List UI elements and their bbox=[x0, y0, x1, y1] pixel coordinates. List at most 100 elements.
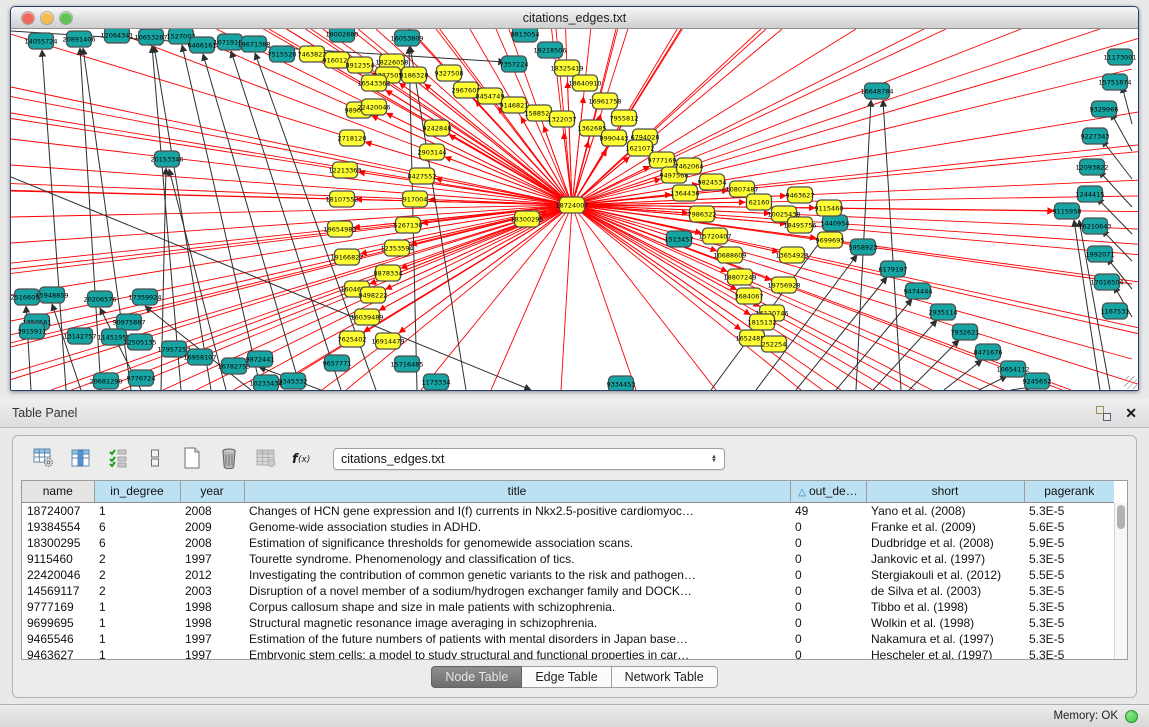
graph-node[interactable]: 18724007 bbox=[555, 197, 588, 213]
graph-node[interactable]: 1364436 bbox=[671, 185, 700, 201]
cell-name[interactable]: 18724007 bbox=[22, 502, 94, 519]
graph-node[interactable]: 19218506 bbox=[533, 42, 566, 58]
minimize-button[interactable] bbox=[41, 12, 53, 24]
cell-name[interactable]: 14569117 bbox=[22, 583, 94, 599]
graph-edge[interactable] bbox=[572, 205, 1132, 359]
graph-node[interactable]: 7462064 bbox=[675, 158, 704, 174]
tab-edge-table[interactable]: Edge Table bbox=[522, 666, 611, 688]
column-header-out_degree[interactable]: △out_de… bbox=[790, 481, 866, 502]
graph-node[interactable]: 252254 bbox=[762, 336, 787, 352]
graph-node[interactable]: 12093822 bbox=[1075, 159, 1108, 175]
cell-pagerank[interactable]: 5.9E-5 bbox=[1024, 535, 1114, 551]
cell-out_degree[interactable]: 0 bbox=[790, 631, 866, 647]
graph-node[interactable]: 18325419 bbox=[550, 60, 583, 76]
cell-name[interactable]: 22420046 bbox=[22, 567, 94, 583]
graph-node[interactable]: 9776724 bbox=[127, 370, 156, 386]
cell-short[interactable]: Stergiakouli et al. (2012) bbox=[866, 567, 1024, 583]
graph-node[interactable]: 18107552 bbox=[325, 191, 358, 207]
graph-node[interactable]: 1167531 bbox=[1101, 303, 1130, 319]
graph-node[interactable]: 6179197 bbox=[879, 261, 908, 277]
toolbar-import-table-button[interactable] bbox=[253, 446, 279, 472]
cell-in_degree[interactable]: 6 bbox=[94, 519, 180, 535]
cell-out_degree[interactable]: 0 bbox=[790, 567, 866, 583]
graph-node[interactable]: 9227343 bbox=[1081, 128, 1110, 144]
cell-in_degree[interactable]: 1 bbox=[94, 631, 180, 647]
column-header-in_degree[interactable]: in_degree bbox=[94, 481, 180, 502]
cell-year[interactable]: 1998 bbox=[180, 615, 244, 631]
graph-node[interactable]: 2718120 bbox=[338, 130, 367, 146]
cell-out_degree[interactable]: 0 bbox=[790, 583, 866, 599]
graph-node[interactable]: 7357224 bbox=[500, 56, 529, 72]
graph-node[interactable]: 9327508 bbox=[435, 65, 464, 81]
graph-node[interactable]: 9824534 bbox=[698, 174, 727, 190]
column-header-short[interactable]: short bbox=[866, 481, 1024, 502]
cell-in_degree[interactable]: 6 bbox=[94, 535, 180, 551]
network-window-titlebar[interactable]: citations_edges.txt bbox=[11, 7, 1138, 29]
cell-out_degree[interactable]: 0 bbox=[790, 647, 866, 661]
graph-node[interactable]: 1513457 bbox=[665, 231, 694, 247]
graph-node[interactable]: 9474444 bbox=[904, 283, 933, 299]
cell-in_degree[interactable]: 2 bbox=[94, 583, 180, 599]
cell-in_degree[interactable]: 2 bbox=[94, 567, 180, 583]
cell-out_degree[interactable]: 0 bbox=[790, 551, 866, 567]
graph-node[interactable]: 19166827 bbox=[330, 249, 363, 265]
graph-node[interactable]: 7955812 bbox=[610, 110, 639, 126]
cell-title[interactable]: Corpus callosum shape and size in male p… bbox=[244, 599, 790, 615]
table-row[interactable]: 1456911722003Disruption of a novel membe… bbox=[22, 583, 1114, 599]
graph-node[interactable]: 8427552 bbox=[408, 168, 437, 184]
vertical-scrollbar[interactable] bbox=[1114, 503, 1127, 659]
graph-node[interactable]: 7625402 bbox=[338, 331, 367, 347]
cell-year[interactable]: 2009 bbox=[180, 519, 244, 535]
graph-node[interactable]: 15751874 bbox=[1098, 74, 1131, 90]
graph-edge[interactable] bbox=[979, 376, 1007, 390]
graph-node[interactable]: 8471676 bbox=[974, 344, 1003, 360]
graph-node[interactable]: 16961758 bbox=[588, 93, 621, 109]
graph-node[interactable]: 9242848 bbox=[423, 120, 452, 136]
graph-node[interactable]: 13654923 bbox=[775, 247, 808, 263]
graph-node[interactable]: 20891406 bbox=[62, 31, 95, 47]
graph-node[interactable]: 10233434 bbox=[249, 375, 282, 390]
cell-pagerank[interactable]: 5.3E-5 bbox=[1024, 583, 1114, 599]
table-row[interactable]: 1872400712008Changes of HCN gene express… bbox=[22, 502, 1114, 519]
graph-node[interactable]: 16958107 bbox=[183, 349, 216, 365]
cell-in_degree[interactable]: 1 bbox=[94, 502, 180, 519]
cell-out_degree[interactable]: 0 bbox=[790, 615, 866, 631]
graph-node[interactable]: 9699695 bbox=[816, 232, 845, 248]
cell-pagerank[interactable]: 5.3E-5 bbox=[1024, 647, 1114, 661]
graph-edge[interactable] bbox=[42, 50, 66, 390]
graph-node[interactable]: 3684067 bbox=[735, 288, 764, 304]
cell-out_degree[interactable]: 0 bbox=[790, 599, 866, 615]
graph-node[interactable]: 16914479 bbox=[371, 333, 404, 349]
graph-edge[interactable] bbox=[491, 205, 572, 390]
cell-title[interactable]: Investigating the contribution of common… bbox=[244, 567, 790, 583]
graph-node[interactable]: 1992071 bbox=[1086, 246, 1115, 262]
cell-pagerank[interactable]: 5.3E-5 bbox=[1024, 615, 1114, 631]
graph-node[interactable]: 12505135 bbox=[123, 334, 156, 350]
cell-pagerank[interactable]: 5.3E-5 bbox=[1024, 502, 1114, 519]
toolbar-delete-table-button[interactable] bbox=[216, 446, 242, 472]
graph-node[interactable]: 16543362 bbox=[357, 75, 390, 91]
graph-node[interactable]: 16053809 bbox=[390, 30, 423, 46]
graph-node[interactable]: 1173334 bbox=[422, 374, 451, 390]
cell-year[interactable]: 2003 bbox=[180, 583, 244, 599]
cell-short[interactable]: Wolkin et al. (1998) bbox=[866, 615, 1024, 631]
graph-edge[interactable] bbox=[11, 113, 572, 205]
column-header-title[interactable]: title bbox=[244, 481, 790, 502]
graph-edge[interactable] bbox=[372, 116, 572, 205]
graph-edge[interactable] bbox=[572, 29, 1021, 205]
graph-node[interactable]: 9463627 bbox=[786, 187, 815, 203]
memory-indicator-icon[interactable] bbox=[1125, 710, 1138, 723]
graph-edge[interactable] bbox=[11, 205, 572, 347]
cell-short[interactable]: Hescheler et al. (1997) bbox=[866, 647, 1024, 661]
cell-pagerank[interactable]: 5.6E-5 bbox=[1024, 519, 1114, 535]
graph-node[interactable]: 18640910 bbox=[568, 75, 601, 91]
graph-node[interactable]: 8912354 bbox=[346, 57, 375, 73]
cell-short[interactable]: Tibbo et al. (1998) bbox=[866, 599, 1024, 615]
graph-edge[interactable] bbox=[11, 205, 572, 295]
graph-edge[interactable] bbox=[1122, 86, 1132, 124]
graph-node[interactable]: 2935114 bbox=[929, 304, 958, 320]
graph-node[interactable]: 19671388 bbox=[237, 36, 270, 52]
tab-network-table[interactable]: Network Table bbox=[612, 666, 718, 688]
graph-node[interactable]: 9872441 bbox=[246, 351, 275, 367]
graph-node[interactable]: 8813054 bbox=[511, 29, 540, 42]
